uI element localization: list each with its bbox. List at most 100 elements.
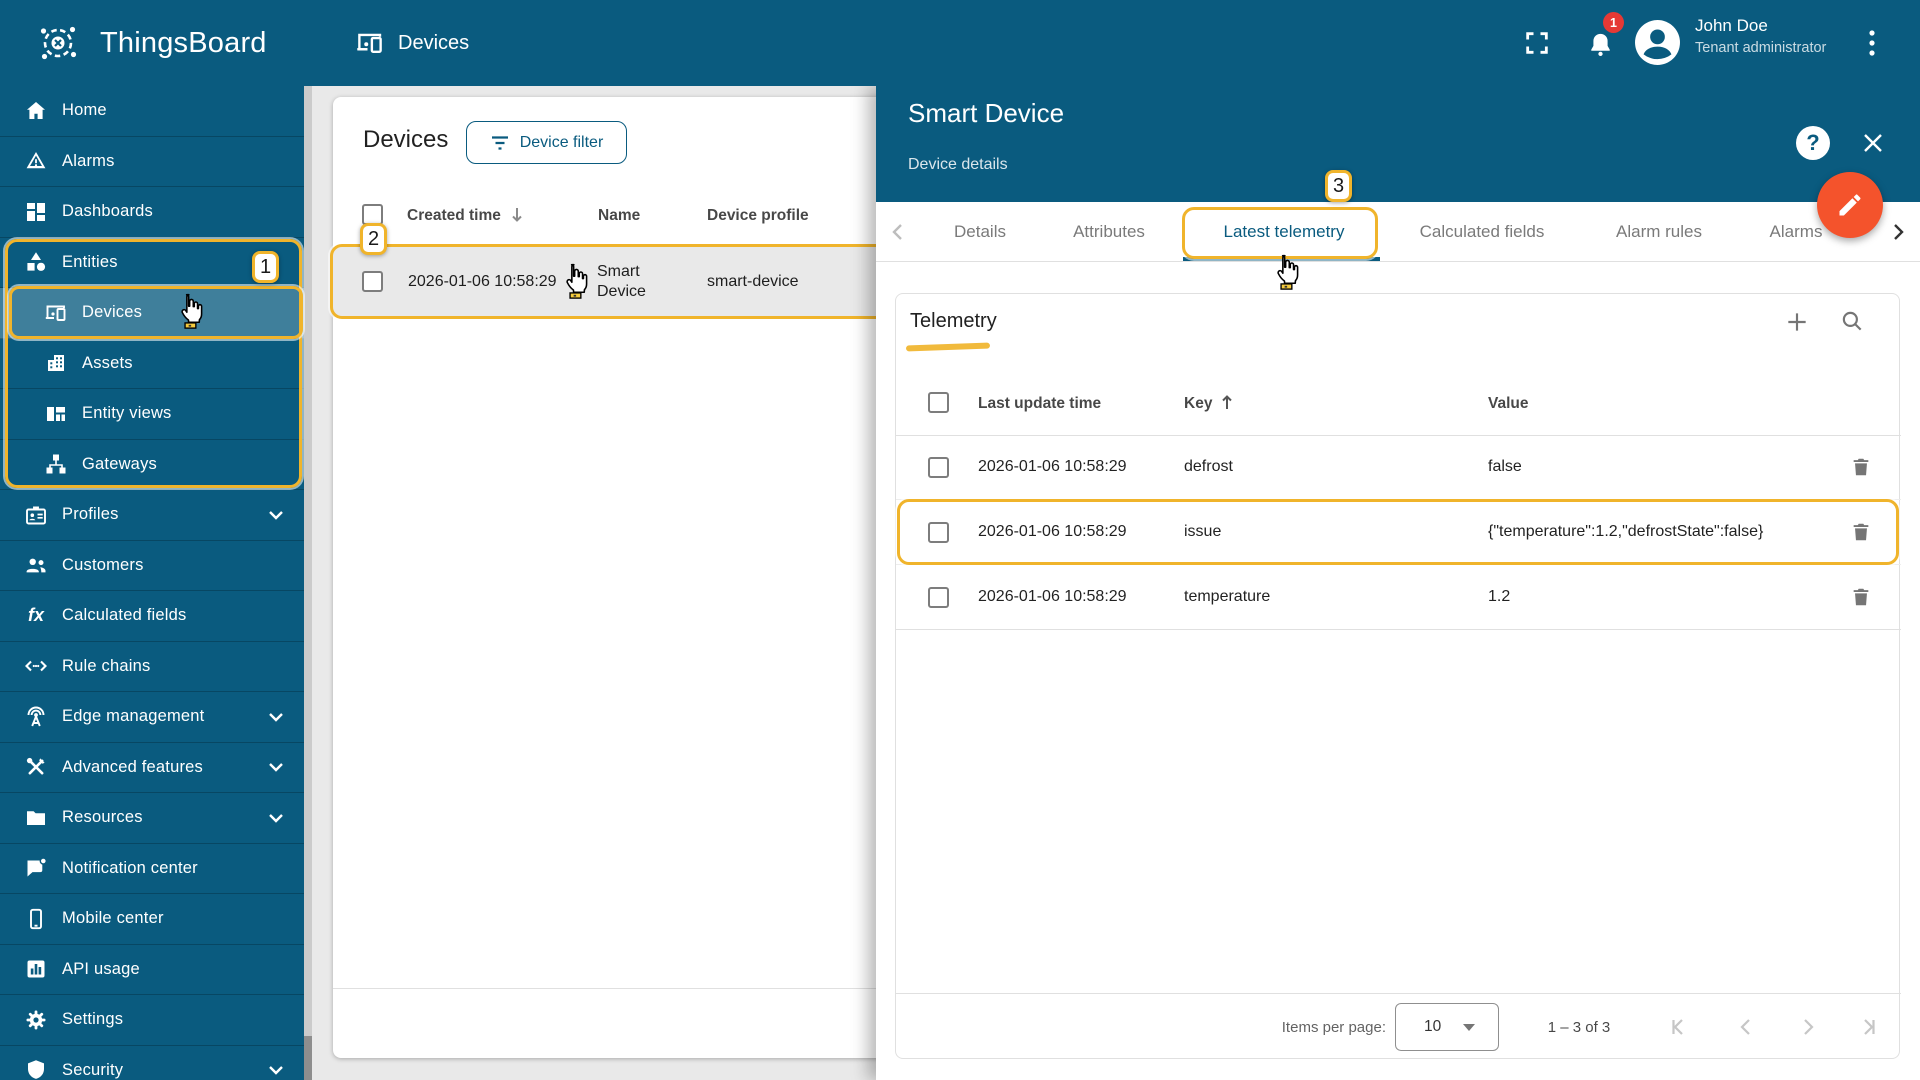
sidebar-item-profiles[interactable]: Profiles [0, 490, 312, 541]
page-range-label: 1 – 3 of 3 [1547, 1018, 1611, 1036]
sidebar-item-devices[interactable]: Devices [0, 288, 312, 339]
sidebar-scrollbar-thumb[interactable] [304, 86, 312, 1036]
sidebar-item-settings[interactable]: Settings [0, 995, 312, 1046]
sidebar-scrollbar-track[interactable] [304, 86, 312, 1080]
thingsboard-app: ThingsBoard Devices 1 John Doe Tenant ad… [0, 0, 1920, 1080]
page-size-select[interactable]: 10 [1395, 1003, 1499, 1051]
brand-name[interactable]: ThingsBoard [100, 0, 267, 86]
next-page-button[interactable] [1795, 1014, 1821, 1040]
fx-icon: fx [27, 605, 44, 626]
sidebar-item-entity-views[interactable]: Entity views [0, 389, 312, 440]
device-row-checkbox[interactable] [362, 271, 383, 292]
tab-alarms[interactable]: Alarms [1770, 202, 1823, 262]
sidebar-item-notification-center[interactable]: Notification center [0, 844, 312, 894]
sidebar-item-calculated-fields[interactable]: fx Calculated fields [0, 591, 312, 642]
user-avatar[interactable] [1634, 19, 1681, 66]
details-subtitle: Device details [908, 156, 1008, 173]
details-title: Smart Device [908, 98, 1065, 128]
search-telemetry-button[interactable] [1837, 306, 1867, 336]
tab-details[interactable]: Details [954, 202, 1006, 262]
notification-bubble-icon [27, 857, 47, 877]
device-table-row[interactable]: 2026-01-06 10:58:29 Smart Device smart-d… [333, 247, 896, 317]
add-telemetry-button[interactable] [1782, 307, 1812, 337]
tab-alarm-rules[interactable]: Alarm rules [1616, 202, 1702, 262]
trash-icon [1853, 588, 1869, 606]
devices-col-created-time[interactable]: Created time [407, 207, 501, 225]
edit-fab-button[interactable] [1817, 172, 1883, 238]
telemetry-row-temperature[interactable]: 2026-01-06 10:58:29 temperature 1.2 [896, 565, 1901, 630]
active-tab-underline [1183, 257, 1380, 261]
tabs-scroll-right-icon[interactable] [1888, 222, 1908, 242]
previous-page-button[interactable] [1733, 1014, 1759, 1040]
sidebar-item-advanced-features[interactable]: Advanced features [0, 743, 312, 793]
devices-breadcrumb-icon [357, 33, 382, 53]
sidebar-item-edge-management[interactable]: Edge management [0, 692, 312, 743]
sidebar-item-gateways[interactable]: Gateways [0, 440, 312, 490]
items-per-page-label: Items per page: [1281, 1018, 1386, 1036]
delete-telemetry-button[interactable] [1846, 452, 1876, 482]
devices-select-all-checkbox[interactable] [362, 204, 383, 225]
last-page-button[interactable] [1855, 1014, 1881, 1040]
dashboards-icon [27, 202, 45, 221]
tab-attributes[interactable]: Attributes [1073, 202, 1145, 262]
telemetry-select-all-checkbox[interactable] [928, 392, 949, 413]
close-icon[interactable] [1856, 126, 1890, 160]
sidebar-item-assets[interactable]: Assets [0, 339, 312, 389]
telemetry-row-defrost[interactable]: 2026-01-06 10:58:29 defrost false [896, 435, 1901, 500]
page-title: Devices [398, 31, 470, 54]
telemetry-card: Telemetry Last update time Key Value 202… [895, 293, 1901, 1059]
telemetry-col-value[interactable]: Value [1488, 395, 1529, 413]
telemetry-row-checkbox[interactable] [928, 587, 949, 608]
sidebar-item-label: Assets [82, 353, 133, 372]
more-options-kebab-icon[interactable] [1858, 27, 1886, 59]
tools-icon [26, 758, 45, 775]
tab-calculated-fields[interactable]: Calculated fields [1420, 202, 1545, 262]
sidebar-item-label: API usage [62, 959, 140, 978]
devices-card-title: Devices [363, 126, 449, 153]
tab-latest-telemetry[interactable]: Latest telemetry [1224, 202, 1345, 262]
sidebar-item-entities[interactable]: Entities [0, 238, 312, 288]
devices-card-footer-divider [333, 988, 896, 989]
entities-category-icon [27, 252, 46, 272]
device-filter-label: Device filter [519, 133, 604, 151]
delete-telemetry-button[interactable] [1846, 582, 1876, 612]
devices-col-name[interactable]: Name [598, 207, 640, 225]
chevron-right-icon [1804, 1019, 1814, 1035]
sidebar-item-mobile-center[interactable]: Mobile center [0, 894, 312, 945]
sidebar-item-alarms[interactable]: Alarms [0, 137, 312, 187]
sidebar-item-customers[interactable]: Customers [0, 541, 312, 591]
sidebar-item-security[interactable]: Security [0, 1046, 312, 1080]
user-menu[interactable]: John Doe Tenant administrator [1695, 14, 1855, 59]
pencil-icon [1839, 194, 1861, 216]
tabs-scroll-left-icon[interactable] [888, 222, 908, 242]
telemetry-row-issue[interactable]: 2026-01-06 10:58:29 issue {"temperature"… [896, 500, 1901, 565]
help-icon[interactable]: ? [1796, 126, 1830, 160]
telemetry-col-last-update-time[interactable]: Last update time [978, 395, 1101, 413]
search-icon [1842, 311, 1862, 331]
fullscreen-button[interactable] [1520, 26, 1554, 60]
trash-icon [1853, 458, 1869, 476]
chevron-down-icon [269, 712, 283, 722]
telemetry-row-checkbox[interactable] [928, 457, 949, 478]
select-caret-icon [1463, 1023, 1476, 1031]
telemetry-col-key[interactable]: Key [1184, 395, 1212, 413]
gateways-lan-icon [46, 454, 66, 474]
sidebar-item-label: Security [62, 1060, 124, 1079]
telemetry-key-cell: temperature [1184, 588, 1271, 605]
device-filter-button[interactable]: Device filter [466, 121, 627, 164]
first-page-icon [1672, 1019, 1683, 1035]
sidebar-item-home[interactable]: Home [0, 86, 312, 137]
sidebar-item-api-usage[interactable]: API usage [0, 945, 312, 995]
first-page-button[interactable] [1666, 1014, 1692, 1040]
telemetry-row-checkbox[interactable] [928, 522, 949, 543]
devices-col-device-profile[interactable]: Device profile [707, 207, 809, 225]
rule-chains-icon [25, 661, 47, 672]
sidebar-item-dashboards[interactable]: Dashboards [0, 187, 312, 238]
sidebar-item-resources[interactable]: Resources [0, 793, 312, 844]
delete-telemetry-button[interactable] [1846, 517, 1876, 547]
sidebar-item-label: Calculated fields [62, 606, 187, 625]
sidebar-item-rule-chains[interactable]: Rule chains [0, 642, 312, 692]
telemetry-pagination: Items per page: 10 1 – 3 of 3 [896, 993, 1901, 1059]
thingsboard-logo-icon[interactable] [36, 21, 80, 65]
sidebar-item-label: Profiles [62, 505, 119, 524]
